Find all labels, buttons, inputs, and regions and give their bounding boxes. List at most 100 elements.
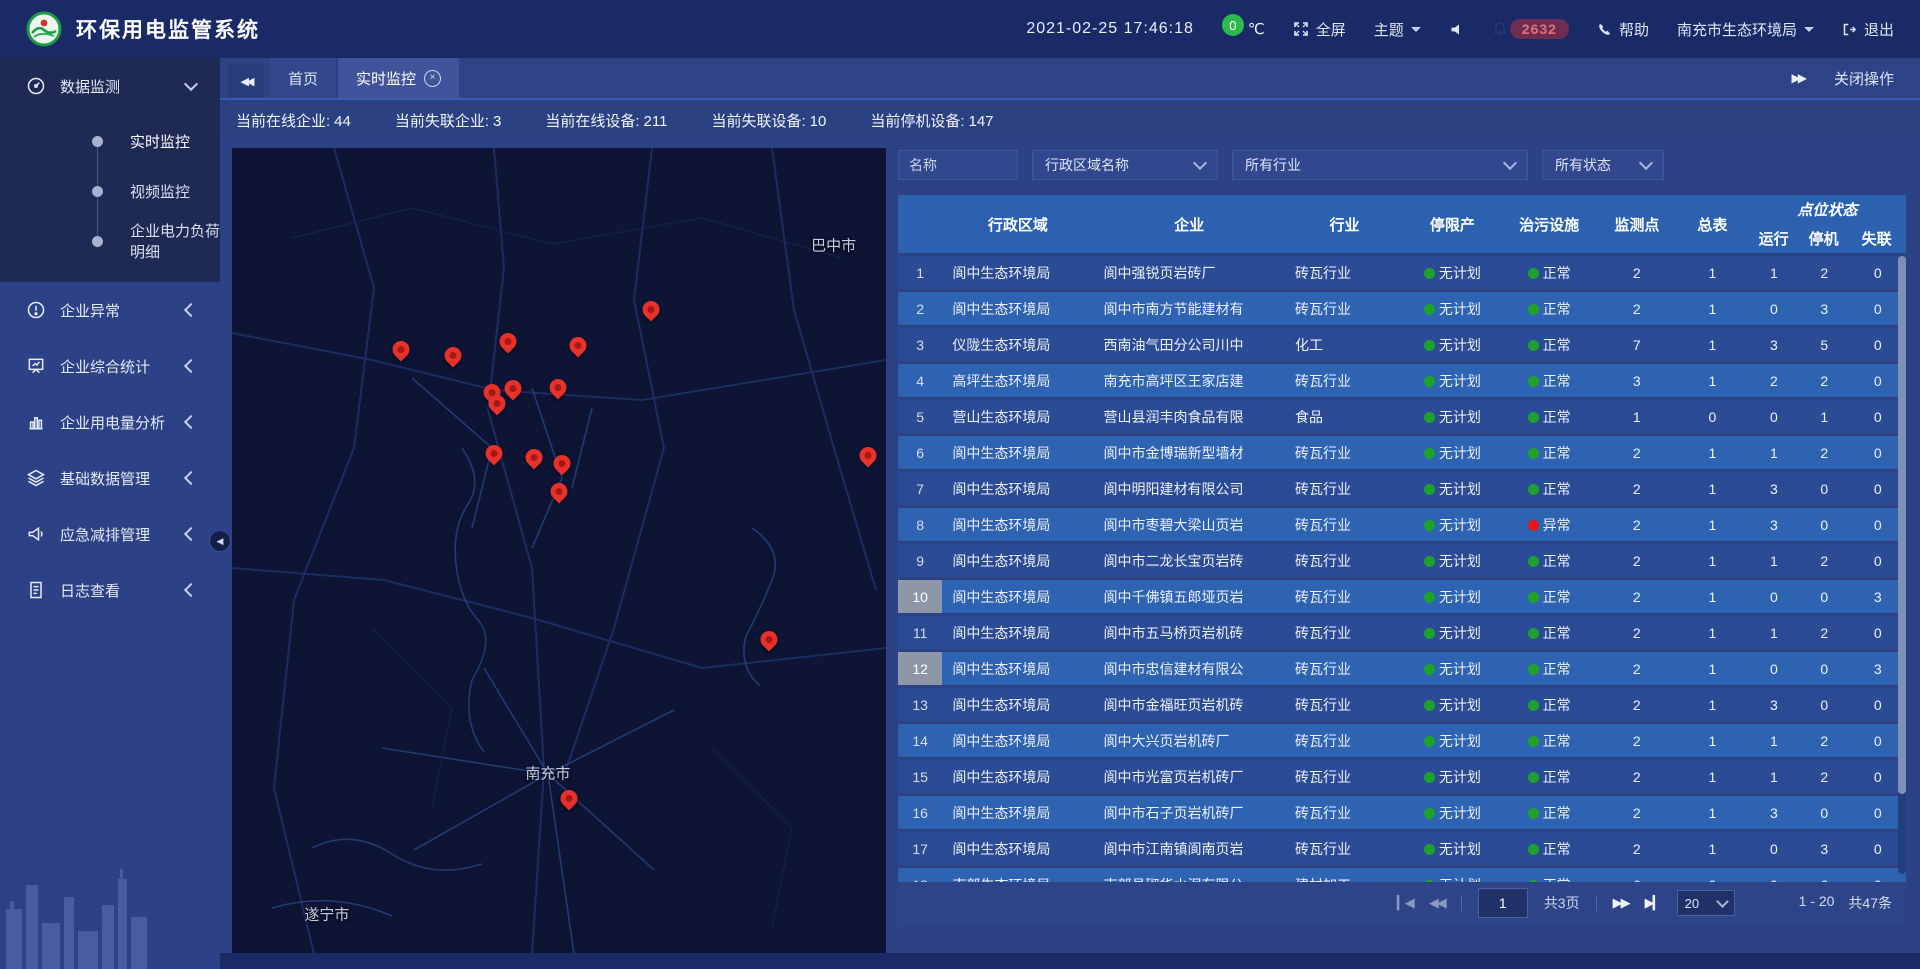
- table-row[interactable]: 6阆中生态环境局阆中市金博瑞新型墙材砖瓦行业无计划正常21120: [898, 436, 1906, 469]
- col-header-company[interactable]: 企业: [1094, 195, 1286, 253]
- col-header-monitor-points[interactable]: 监测点: [1598, 195, 1677, 253]
- first-page-button[interactable]: ▎◀: [1397, 895, 1413, 911]
- page-size-value: 20: [1685, 896, 1699, 911]
- sidebar-item-power-usage-analysis[interactable]: 企业用电量分析: [0, 394, 220, 450]
- table-row[interactable]: 3仪陇生态环境局西南油气田分公司川中化工无计划正常71350: [898, 328, 1906, 361]
- status-dot-icon: [1424, 484, 1435, 495]
- col-header-stopped[interactable]: 停机: [1799, 228, 1849, 249]
- map-panel[interactable]: 巴中市南充市遂宁市: [232, 148, 886, 954]
- table-row[interactable]: 7阆中生态环境局阆中明阳建材有限公司砖瓦行业无计划正常21300: [898, 472, 1906, 505]
- region-cell: 阆中生态环境局: [942, 544, 1093, 577]
- theme-dropdown[interactable]: 主题: [1374, 19, 1421, 40]
- production-limit-cell: 无计划: [1404, 544, 1501, 577]
- facility-status-cell: 正常: [1501, 544, 1598, 577]
- stat-label: 当前失联设备:: [711, 113, 805, 130]
- stat-value: 147: [969, 113, 994, 130]
- page-number-input[interactable]: [1478, 888, 1528, 918]
- running-cell: 3: [1749, 472, 1799, 505]
- company-cell: 阆中千佛镇五郎垭页岩: [1094, 580, 1286, 613]
- notification-area[interactable]: 2632: [1492, 19, 1569, 39]
- col-header-treatment-facility[interactable]: 治污设施: [1501, 195, 1598, 253]
- running-cell: 3: [1749, 508, 1799, 541]
- mute-button[interactable]: [1449, 22, 1464, 37]
- last-page-button[interactable]: ▶▎: [1645, 895, 1661, 911]
- region-cell: 阆中生态环境局: [942, 760, 1093, 793]
- table-row[interactable]: 15阆中生态环境局阆中市光富页岩机砖厂砖瓦行业无计划正常21120: [898, 760, 1906, 793]
- tabs-scroll-right-button[interactable]: ▶▶: [1786, 70, 1810, 86]
- col-header-industry[interactable]: 行业: [1285, 195, 1404, 253]
- monitor-points-cell: 2: [1598, 796, 1677, 829]
- table-row[interactable]: 12阆中生态环境局阆中市忠信建材有限公砖瓦行业无计划正常21003: [898, 652, 1906, 685]
- sidebar-item-emergency-reduction[interactable]: 应急减排管理: [0, 506, 220, 562]
- prev-page-button[interactable]: ◀◀: [1429, 895, 1445, 911]
- company-cell: 阆中市二龙长宝页岩砖: [1094, 544, 1286, 577]
- bell-icon: [1492, 21, 1508, 37]
- table-row[interactable]: 4高坪生态环境局南充市高坪区王家店建砖瓦行业无计划正常31220: [898, 364, 1906, 397]
- row-index-cell: 11: [898, 616, 942, 649]
- close-operations-button[interactable]: 关闭操作: [1828, 67, 1900, 90]
- sidebar-item-base-data-management[interactable]: 基础数据管理: [0, 450, 220, 506]
- tabs-scroll-left-button[interactable]: ◀◀: [228, 64, 264, 98]
- facility-status-cell: 正常: [1501, 688, 1598, 721]
- total-meter-cell: 1: [1676, 688, 1749, 721]
- page-size-select[interactable]: 20: [1677, 890, 1735, 916]
- facility-status-cell: 正常: [1501, 868, 1598, 882]
- table-row[interactable]: 17阆中生态环境局阆中市江南镇阆南页岩砖瓦行业无计划正常21030: [898, 832, 1906, 865]
- col-header-lost[interactable]: 失联: [1849, 228, 1905, 249]
- sidebar-item-enterprise-abnormal[interactable]: 企业异常: [0, 282, 220, 338]
- running-cell: 3: [1749, 328, 1799, 361]
- sidebar-item-realtime-monitor[interactable]: 实时监控: [0, 116, 220, 166]
- table-row[interactable]: 18南部生态环境局南部县砌华水泥有限公建材加工无计划正常60060: [898, 868, 1906, 882]
- status-dot-icon: [1424, 340, 1435, 351]
- status-select[interactable]: 所有状态: [1542, 150, 1664, 180]
- table-row[interactable]: 2阆中生态环境局阆中市南方节能建材有砖瓦行业无计划正常21030: [898, 292, 1906, 325]
- table-row[interactable]: 5营山生态环境局营山县润丰肉食品有限食品无计划正常10010: [898, 400, 1906, 433]
- stopped-cell: 2: [1799, 364, 1849, 397]
- help-button[interactable]: 帮助: [1597, 19, 1649, 40]
- region-cell: 阆中生态环境局: [942, 472, 1093, 505]
- close-icon[interactable]: ×: [424, 70, 441, 87]
- production-limit-cell: 无计划: [1404, 292, 1501, 325]
- sidebar-item-log-view[interactable]: 日志查看: [0, 562, 220, 618]
- tab-realtime-monitor[interactable]: 实时监控×: [338, 58, 459, 98]
- scrollbar-thumb[interactable]: [1898, 256, 1906, 794]
- company-cell: 阆中市石子页岩机砖厂: [1094, 796, 1286, 829]
- col-header-running[interactable]: 运行: [1749, 228, 1799, 249]
- fullscreen-button[interactable]: 全屏: [1293, 19, 1346, 40]
- row-index-cell: 3: [898, 328, 942, 361]
- table-row[interactable]: 11阆中生态环境局阆中市五马桥页岩机砖砖瓦行业无计划正常21120: [898, 616, 1906, 649]
- sidebar-item-data-monitor[interactable]: 数据监测: [0, 58, 220, 114]
- table-row[interactable]: 13阆中生态环境局阆中市金福旺页岩机砖砖瓦行业无计划正常21300: [898, 688, 1906, 721]
- col-header-total-meter[interactable]: 总表: [1676, 195, 1749, 253]
- running-cell: 0: [1749, 868, 1799, 882]
- industry-cell: 砖瓦行业: [1285, 832, 1404, 865]
- col-header-region[interactable]: 行政区域: [942, 195, 1093, 253]
- org-dropdown[interactable]: 南充市生态环境局: [1677, 19, 1814, 40]
- stopped-cell: 0: [1799, 508, 1849, 541]
- sidebar-collapse-button[interactable]: ◀: [209, 530, 231, 552]
- tab-home[interactable]: 首页: [270, 58, 336, 98]
- industry-select[interactable]: 所有行业: [1232, 150, 1528, 180]
- col-header-production-limit[interactable]: 停限产: [1404, 195, 1501, 253]
- sidebar-item-enterprise-statistics[interactable]: 企业综合统计: [0, 338, 220, 394]
- logout-button[interactable]: 退出: [1842, 19, 1894, 40]
- stopped-cell: 2: [1799, 256, 1849, 289]
- table-row[interactable]: 9阆中生态环境局阆中市二龙长宝页岩砖砖瓦行业无计划正常21120: [898, 544, 1906, 577]
- name-filter-input[interactable]: [898, 150, 1018, 180]
- industry-cell: 砖瓦行业: [1285, 544, 1404, 577]
- table-row[interactable]: 14阆中生态环境局阆中大兴页岩机砖厂砖瓦行业无计划正常21120: [898, 724, 1906, 757]
- next-page-button[interactable]: ▶▶: [1613, 895, 1629, 911]
- table-row[interactable]: 1阆中生态环境局阆中强锐页岩砖厂砖瓦行业无计划正常21120: [898, 256, 1906, 289]
- monitor-points-cell: 3: [1598, 364, 1677, 397]
- sidebar-item-power-load-detail[interactable]: 企业电力负荷明细: [0, 216, 220, 266]
- status-dot-icon: [1424, 412, 1435, 423]
- chevron-left-icon: [184, 471, 198, 485]
- stopped-cell: 1: [1799, 400, 1849, 433]
- table-row[interactable]: 16阆中生态环境局阆中市石子页岩机砖厂砖瓦行业无计划正常21300: [898, 796, 1906, 829]
- sidebar-item-video-monitor[interactable]: 视频监控: [0, 166, 220, 216]
- table-row[interactable]: 10阆中生态环境局阆中千佛镇五郎垭页岩砖瓦行业无计划正常21003: [898, 580, 1906, 613]
- stopped-cell: 0: [1799, 472, 1849, 505]
- region-select[interactable]: 行政区域名称: [1032, 150, 1218, 180]
- gauge-icon: [26, 76, 46, 96]
- table-row[interactable]: 8阆中生态环境局阆中市枣碧大梁山页岩砖瓦行业无计划异常21300: [898, 508, 1906, 541]
